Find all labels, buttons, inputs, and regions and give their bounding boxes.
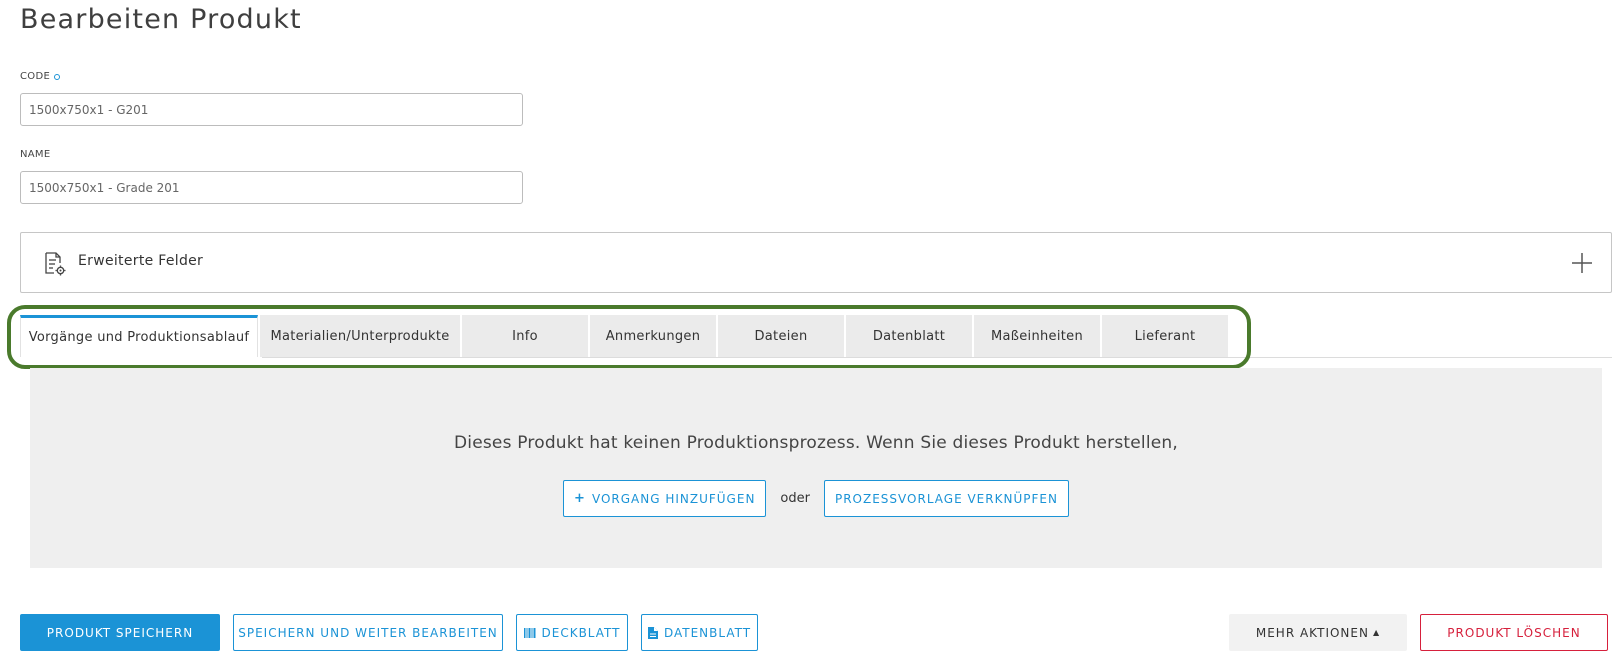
panel-actions: + VORGANG HINZUFÜGEN oder PROZESSVORLAGE… — [30, 480, 1602, 517]
code-label: CODE — [20, 71, 61, 82]
tab-label: Maßeinheiten — [990, 328, 1083, 344]
tab-materialien[interactable]: Materialien/Unterprodukte — [260, 315, 460, 357]
tab-label: Lieferant — [1134, 328, 1196, 344]
tab-dateien[interactable]: Dateien — [718, 315, 844, 357]
tab-label: Materialien/Unterprodukte — [270, 328, 450, 344]
file-icon — [647, 626, 658, 639]
plus-icon: + — [574, 491, 586, 506]
link-template-label: PROZESSVORLAGE VERKNÜPFEN — [834, 491, 1058, 506]
required-indicator-icon — [54, 73, 61, 80]
add-operation-label: VORGANG HINZUFÜGEN — [591, 491, 756, 506]
tab-label: Datenblatt — [872, 328, 946, 344]
tab-vorgaenge[interactable]: Vorgänge und Produktionsablauf — [20, 315, 258, 357]
extended-fields-title: Erweiterte Felder — [78, 253, 204, 269]
tab-masseinheiten[interactable]: Maßeinheiten — [974, 315, 1100, 357]
tab-anmerkungen[interactable]: Anmerkungen — [590, 315, 716, 357]
tab-label: Info — [512, 328, 538, 344]
add-operation-button[interactable]: + VORGANG HINZUFÜGEN — [563, 480, 767, 517]
caret-up-icon: ▲ — [1372, 628, 1381, 637]
delete-product-button[interactable]: PRODUKT LÖSCHEN — [1420, 614, 1608, 651]
tab-panel: Dieses Produkt hat keinen Produktionspro… — [30, 368, 1602, 568]
code-label-text: CODE — [20, 71, 51, 82]
tab-info[interactable]: Info — [462, 315, 588, 357]
tab-datenblatt[interactable]: Datenblatt — [846, 315, 972, 357]
delete-product-label: PRODUKT LÖSCHEN — [1447, 625, 1581, 640]
save-continue-label: SPEICHERN UND WEITER BEARBEITEN — [238, 625, 498, 640]
tab-baseline — [262, 357, 1612, 358]
plus-icon[interactable] — [1571, 252, 1593, 274]
datasheet-button[interactable]: DATENBLATT — [641, 614, 758, 651]
save-product-label: PRODUKT SPEICHERN — [46, 625, 194, 640]
name-label-text: NAME — [20, 149, 51, 160]
cover-sheet-label: DECKBLATT — [541, 625, 621, 640]
datasheet-label: DATENBLATT — [663, 625, 752, 640]
page: Bearbeiten Produkt CODE NAME — [0, 0, 1622, 670]
name-label: NAME — [20, 149, 50, 160]
save-continue-button[interactable]: SPEICHERN UND WEITER BEARBEITEN — [233, 614, 503, 651]
tab-lieferant[interactable]: Lieferant — [1102, 315, 1228, 357]
tab-label: Dateien — [754, 328, 808, 344]
extended-fields-panel[interactable]: Erweiterte Felder — [20, 232, 1612, 293]
more-actions-label: MEHR AKTIONEN — [1255, 625, 1369, 640]
save-product-button[interactable]: PRODUKT SPEICHERN — [20, 614, 220, 651]
name-input[interactable] — [20, 171, 523, 204]
tab-label: Anmerkungen — [605, 328, 701, 344]
code-input[interactable] — [20, 93, 523, 126]
cover-sheet-button[interactable]: DECKBLATT — [516, 614, 628, 651]
page-title: Bearbeiten Produkt — [20, 4, 302, 35]
document-settings-icon — [43, 251, 67, 277]
more-actions-button[interactable]: MEHR AKTIONEN ▲ — [1229, 614, 1407, 651]
or-text: oder — [780, 491, 810, 506]
link-template-button[interactable]: PROZESSVORLAGE VERKNÜPFEN — [823, 480, 1069, 517]
tab-bar: Vorgänge und Produktionsablauf Materiali… — [20, 315, 1230, 357]
barcode-icon — [523, 627, 536, 638]
empty-process-message: Dieses Produkt hat keinen Produktionspro… — [454, 433, 1178, 453]
tab-label: Vorgänge und Produktionsablauf — [28, 330, 250, 345]
